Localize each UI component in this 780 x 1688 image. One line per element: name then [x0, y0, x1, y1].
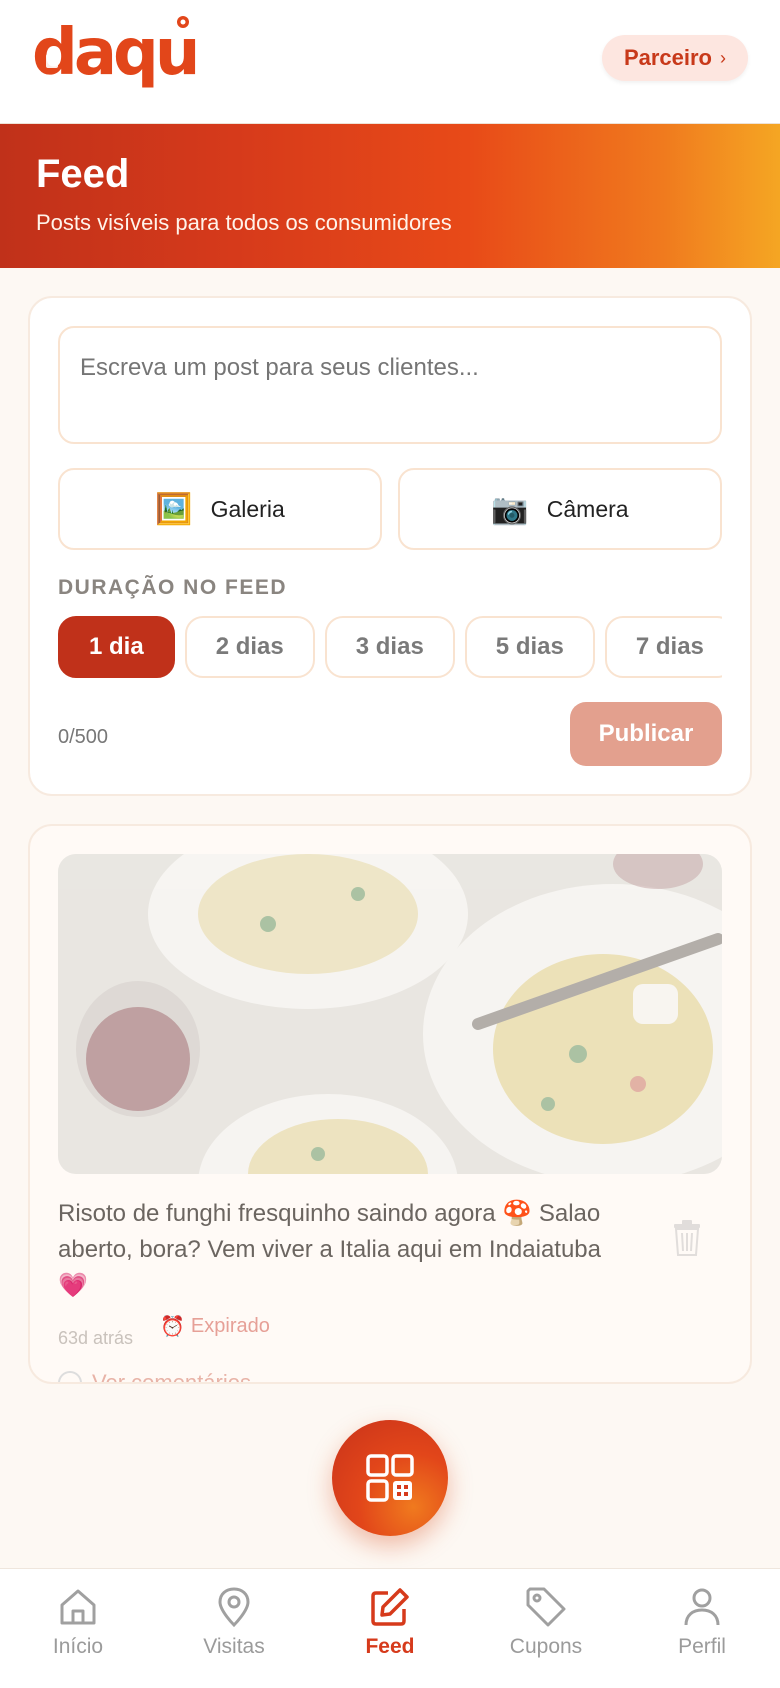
home-icon [60, 1589, 96, 1625]
camera-icon: 📷 [491, 492, 529, 526]
alarm-clock-icon: ⏰ [160, 1316, 185, 1338]
duration-chip-5-days[interactable]: 5 dias [464, 616, 595, 678]
image-icon: 🖼️ [155, 492, 193, 526]
camera-button-label: Câmera [546, 495, 629, 522]
nav-label-inicio: Início [52, 1635, 104, 1658]
post-status-label: Expirado [190, 1315, 270, 1337]
nav-label-visitas: Visitas [203, 1635, 265, 1658]
character-counter: 0/500 [58, 726, 109, 748]
view-comments-label: Ver comentários [92, 1370, 251, 1384]
user-icon [684, 1588, 720, 1626]
feed-hero-banner: Feed Posts visíveis para todos os consum… [0, 124, 780, 268]
partner-button[interactable]: Parceiro › [601, 35, 748, 81]
post-status-badge: ⏰ Expirado [160, 1314, 270, 1339]
gallery-button-label: Galeria [210, 495, 285, 522]
camera-button[interactable]: 📷 Câmera [398, 468, 722, 550]
chevron-right-icon: › [720, 47, 726, 68]
trash-icon[interactable] [672, 1220, 702, 1256]
duration-chip-7-days[interactable]: 7 dias [604, 616, 722, 678]
edit-icon [371, 1588, 409, 1626]
post-image[interactable] [58, 854, 722, 1174]
post-timestamp: 63d atrás [58, 1328, 134, 1348]
svg-text:daqui: daqui [32, 16, 197, 90]
nav-item-visitas[interactable]: Visitas [174, 1585, 294, 1681]
post-text: Risoto de funghi fresquinho saindo agora… [58, 1200, 601, 1299]
post-text-input[interactable] [58, 326, 722, 444]
nav-item-inicio[interactable]: Início [18, 1585, 138, 1681]
comment-avatar-icon [58, 1371, 82, 1382]
tag-icon [526, 1587, 566, 1627]
nav-label-perfil: Perfil [678, 1635, 726, 1658]
nav-label-cupons: Cupons [509, 1635, 583, 1658]
bottom-navigation: Início Visitas Feed Cupons Perfil [0, 1568, 780, 1688]
partner-button-label: Parceiro [623, 45, 712, 70]
gallery-button[interactable]: 🖼️ Galeria [58, 468, 382, 550]
duration-chip-1-day[interactable]: 1 dia [58, 616, 175, 678]
nav-item-cupons[interactable]: Cupons [486, 1585, 606, 1681]
duration-label: DURAÇÃO NO FEED [58, 576, 288, 599]
feed-post-card: Risoto de funghi fresquinho saindo agora… [28, 824, 752, 1384]
view-comments-link[interactable]: Ver comentários [58, 1370, 251, 1384]
nav-label-feed: Feed [365, 1635, 415, 1658]
publish-button[interactable]: Publicar [570, 702, 722, 766]
top-bar: daqui Parceiro › [0, 0, 780, 124]
qr-scan-button[interactable] [332, 1420, 448, 1536]
page-title: Feed [36, 152, 130, 196]
map-pin-icon [218, 1587, 250, 1628]
duration-options: 1 dia 2 dias 3 dias 5 dias 7 dias [58, 616, 722, 682]
daqui-logo[interactable]: daqui [32, 12, 197, 102]
duration-chip-2-days[interactable]: 2 dias [184, 616, 315, 678]
nav-item-feed[interactable]: Feed [330, 1585, 450, 1681]
post-composer-card: 🖼️ Galeria 📷 Câmera DURAÇÃO NO FEED 1 di… [28, 296, 752, 796]
qr-code-icon [366, 1454, 414, 1502]
page-subtitle: Posts visíveis para todos os consumidore… [36, 210, 452, 235]
nav-item-perfil[interactable]: Perfil [642, 1585, 762, 1681]
duration-chip-3-days[interactable]: 3 dias [324, 616, 455, 678]
